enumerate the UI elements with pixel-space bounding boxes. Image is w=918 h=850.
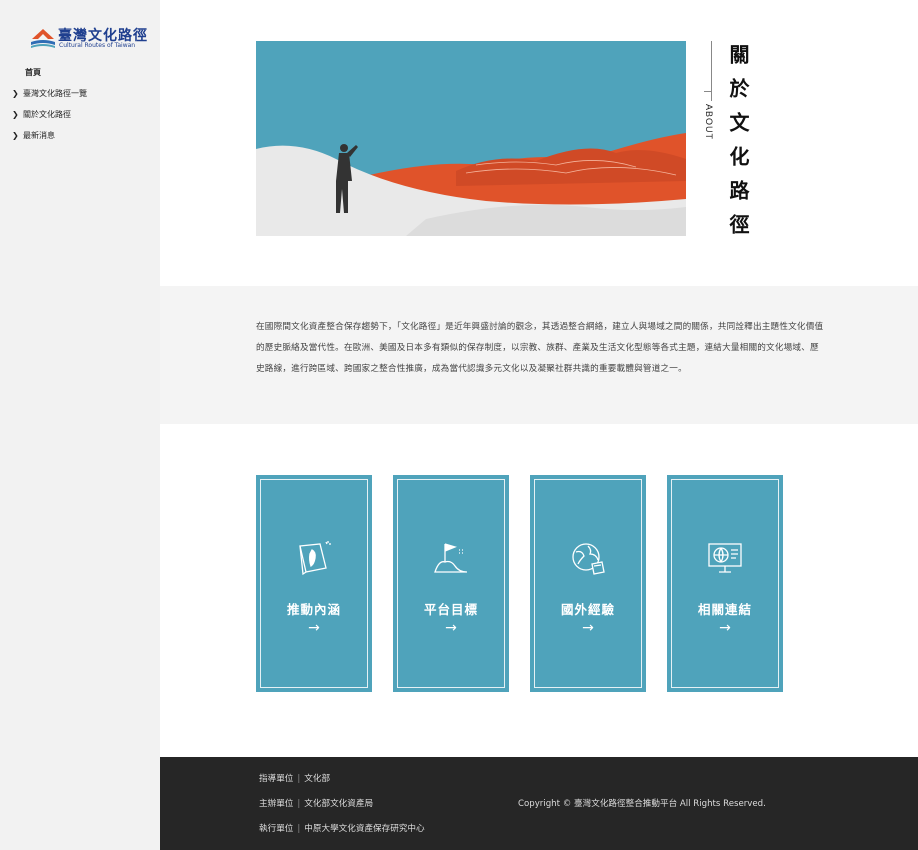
card-label: 相關連結 [697,602,752,617]
book-taiwan-icon [299,541,331,576]
card-frame [671,479,779,688]
footer-separator: | [297,824,301,834]
card-foreign-experience[interactable]: 國外經驗 → [530,475,646,692]
logo-mark-icon [31,29,55,48]
nav-item-routes-list[interactable]: ❯ 臺灣文化路徑一覽 [0,83,160,104]
card-goals[interactable]: 平台目標 → [393,475,509,692]
about-divider [711,41,712,101]
nav-item-news[interactable]: ❯ 最新消息 [0,125,160,146]
monitor-globe-icon [708,543,742,573]
footer: 指導單位 | 文化部 主辦單位 | 文化部文化資產局 執行單位 | 中原大學文化資產保存研究… [160,757,918,850]
card-frame [260,479,368,688]
about-divider-tick [704,91,712,92]
card-label: 推動內涵 [286,602,341,617]
footer-separator: | [297,799,301,809]
nav-home[interactable]: 首頁 [0,62,160,83]
copyright-text: Copyright © 臺灣文化路徑整合推動平台 All Rights Rese… [518,799,766,809]
logo-subtitle: Cultural Routes of Taiwan [59,42,136,49]
footer-value: 中原大學文化資產保存研究中心 [304,824,425,834]
footer-key: 指導單位 [259,774,294,784]
footer-value: 文化部文化資產局 [304,799,374,809]
card-promotion[interactable]: 推動內涵 → [256,475,372,692]
footer-row-advisor: 指導單位 | 文化部 [259,772,330,784]
chevron-down-icon: ❯ [12,110,19,119]
sidebar-nav: 首頁 ❯ 臺灣文化路徑一覽 ❯ 關於文化路徑 ❯ 最新消息 [0,62,160,146]
card-frame [534,479,642,688]
footer-value: 文化部 [304,774,331,784]
card-label: 國外經驗 [560,602,615,617]
nav-item-label: 關於文化路徑 [23,110,71,119]
flag-mountain-icon [434,543,468,573]
intro-text: 在國際間文化資產整合保存趨勢下，「文化路徑」是近年興盛討論的觀念，其透過整合網絡… [256,322,824,374]
about-label-en: ABOUT [704,104,714,141]
hero-illustration [256,41,686,236]
nav-item-label: 最新消息 [23,131,55,140]
sidebar: 臺灣文化路徑 Cultural Routes of Taiwan 首頁 ❯ 臺灣… [0,0,160,850]
nav-item-label: 臺灣文化路徑一覽 [23,89,87,98]
page-title: 關於文化路徑 [726,44,750,248]
intro-section: 在國際間文化資產整合保存趨勢下，「文化路徑」是近年興盛討論的觀念，其透過整合網絡… [160,286,918,424]
card-frame [397,479,505,688]
arrow-right-icon: → [719,620,731,636]
footer-row-executor: 執行單位 | 中原大學文化資產保存研究中心 [259,822,425,834]
card-label: 平台目標 [423,602,478,617]
footer-row-organizer: 主辦單位 | 文化部文化資產局 [259,797,373,809]
arrow-right-icon: → [582,620,594,636]
footer-key: 執行單位 [259,824,294,834]
footer-key: 主辦單位 [259,799,294,809]
globe-icon [572,543,605,575]
nav-item-about[interactable]: ❯ 關於文化路徑 [0,104,160,125]
site-logo[interactable]: 臺灣文化路徑 Cultural Routes of Taiwan [30,25,147,51]
footer-separator: | [297,774,301,784]
chevron-down-icon: ❯ [12,131,19,140]
chevron-down-icon: ❯ [12,89,19,98]
arrow-right-icon: → [445,620,457,636]
arrow-right-icon: → [308,620,320,636]
card-related-links[interactable]: 相關連結 → [667,475,783,692]
